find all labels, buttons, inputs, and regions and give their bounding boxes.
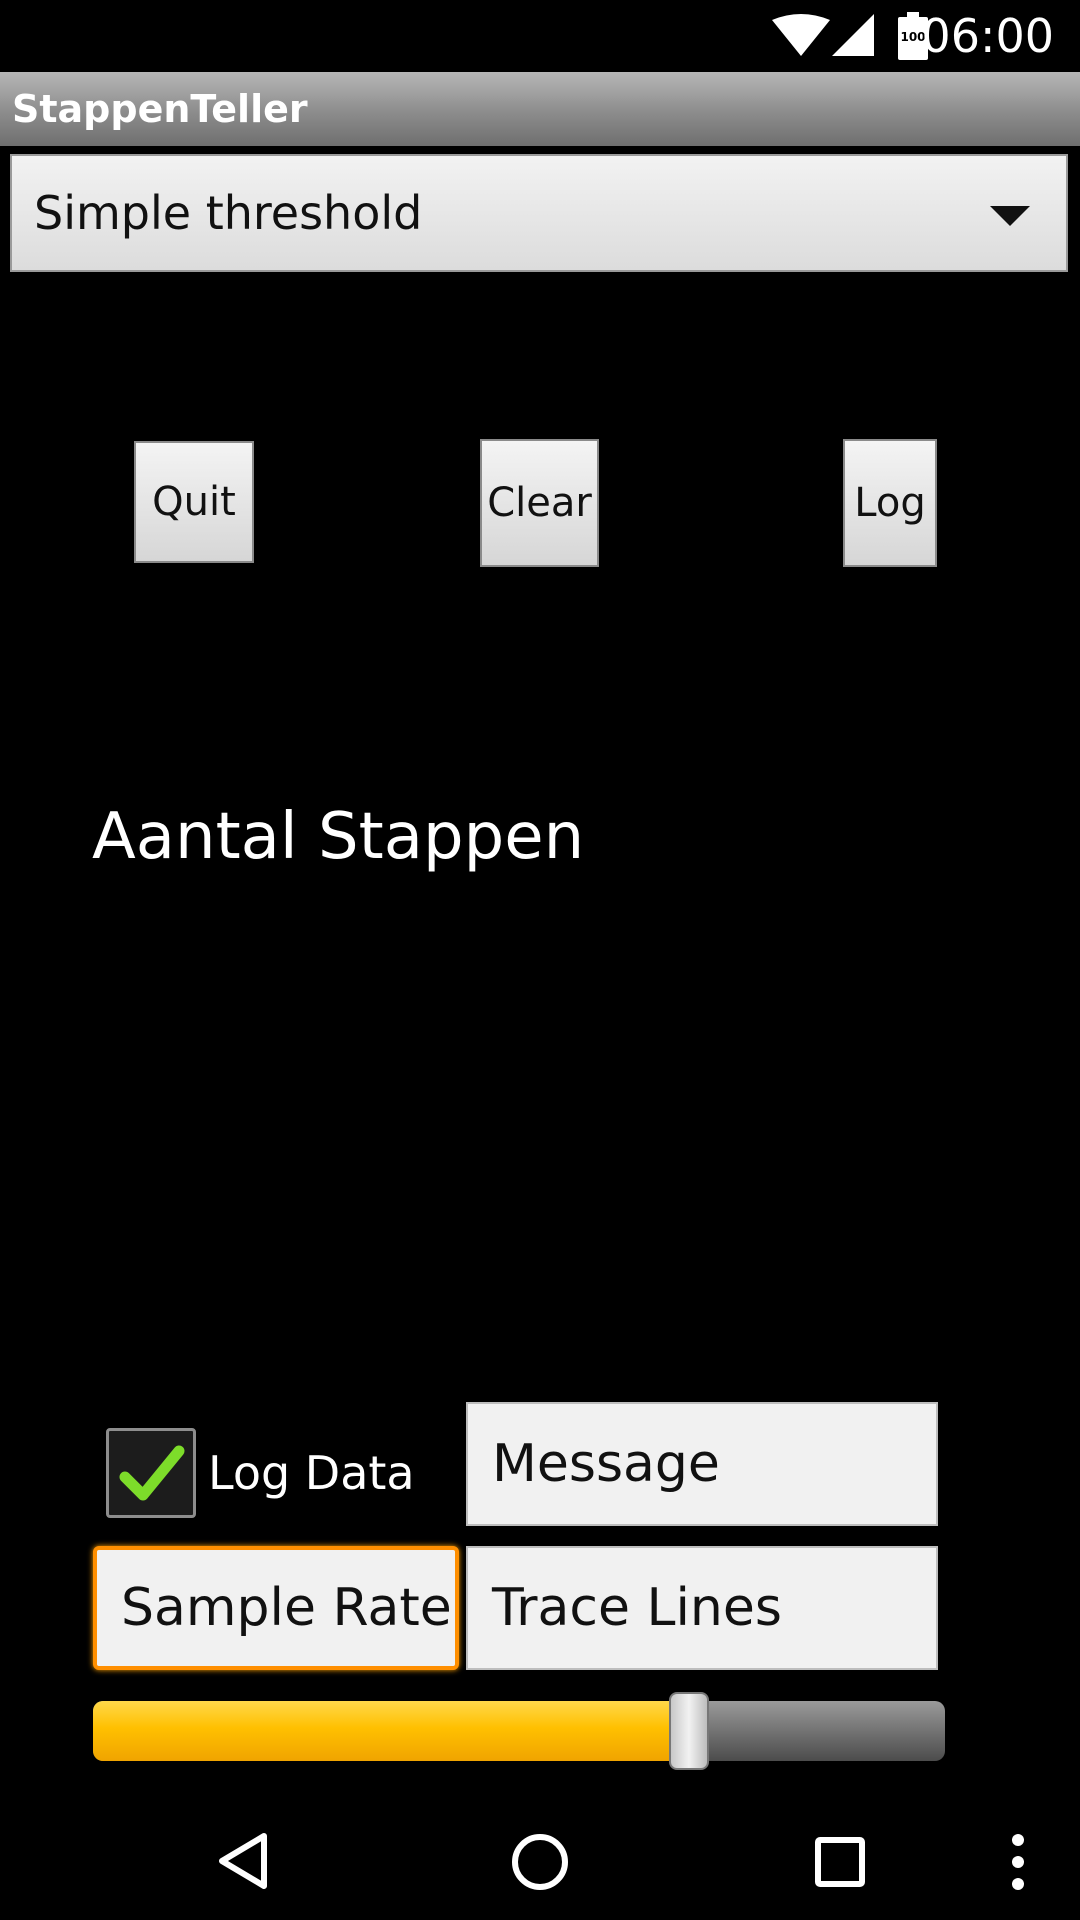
log-data-checkbox[interactable] xyxy=(106,1428,196,1518)
algorithm-spinner[interactable]: Simple threshold xyxy=(10,154,1068,272)
chevron-down-icon xyxy=(990,206,1030,226)
status-time: 06:00 xyxy=(921,9,1054,63)
clear-button[interactable]: Clear xyxy=(480,439,599,567)
quit-button[interactable]: Quit xyxy=(134,441,254,563)
recents-icon[interactable] xyxy=(814,1836,866,1888)
wifi-icon xyxy=(772,14,830,56)
slider-track[interactable] xyxy=(93,1701,945,1761)
navigation-bar xyxy=(0,1800,1080,1920)
trace-lines-field[interactable]: Trace Lines xyxy=(466,1546,938,1670)
slider-fill xyxy=(93,1701,690,1761)
slider-thumb[interactable] xyxy=(669,1692,710,1770)
signal-icon xyxy=(832,14,874,56)
back-icon[interactable] xyxy=(216,1832,270,1890)
log-button[interactable]: Log xyxy=(843,439,937,567)
overflow-menu-icon[interactable] xyxy=(1010,1832,1026,1892)
step-count-label: Aantal Stappen xyxy=(92,800,585,874)
home-icon[interactable] xyxy=(510,1832,570,1892)
app-title: StappenTeller xyxy=(12,87,308,131)
spinner-selected-label: Simple threshold xyxy=(34,186,423,240)
message-field[interactable]: Message xyxy=(466,1402,938,1526)
log-data-label[interactable]: Log Data xyxy=(208,1440,415,1506)
sample-rate-field[interactable]: Sample Rate xyxy=(93,1546,459,1670)
checkmark-icon xyxy=(119,1445,185,1501)
